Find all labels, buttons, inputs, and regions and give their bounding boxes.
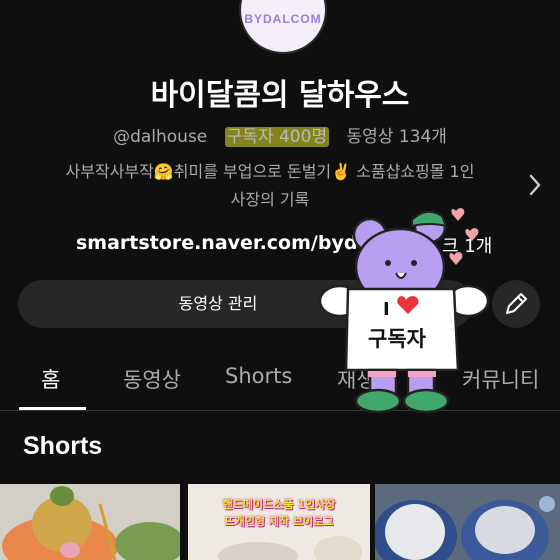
pencil-icon (506, 293, 527, 314)
chevron-right-icon[interactable] (525, 170, 545, 200)
crochet-toy-image (0, 484, 180, 560)
channel-meta: @dalhouse 구독자 400명 동영상 134개 (0, 122, 560, 147)
knit-basket-image (375, 484, 560, 560)
tab-shorts[interactable]: Shorts (225, 364, 292, 388)
channel-avatar[interactable]: BYDALCOM (239, 0, 327, 54)
shorts-thumbnail[interactable] (0, 484, 180, 560)
thumbnail-caption: 뜨개인형 제작 브이로그 (224, 515, 334, 528)
shorts-thumbnail[interactable] (375, 484, 560, 560)
tab-home[interactable]: 홈 (41, 364, 60, 394)
tab-videos[interactable]: 동영상 (123, 364, 181, 394)
subscriber-count: 구독자 400명 (224, 127, 330, 147)
section-title: Shorts (23, 432, 103, 460)
channel-handle: @dalhouse (113, 127, 208, 147)
description-line: 사부작사부작🤗취미를 부업으로 돈벌기✌️ 소품샵쇼핑몰 1인 (65, 162, 475, 181)
sticker-text-subscriber: 구독자 (368, 327, 426, 351)
shorts-thumbnail[interactable]: 핸드메이드소품 1인사장 뜨개인형 제작 브이로그 (188, 484, 370, 560)
video-count: 동영상 134개 (346, 127, 447, 147)
bear-sticker: I 구독자 (318, 205, 493, 420)
channel-name: 바이달콤의 달하우스 (150, 78, 410, 113)
thumbnail-caption: 핸드메이드소품 1인사장 (222, 498, 336, 511)
sticker-text-i: I (383, 299, 390, 320)
edit-button[interactable] (492, 280, 540, 328)
avatar-logo-text: BYDALCOM (244, 12, 322, 26)
